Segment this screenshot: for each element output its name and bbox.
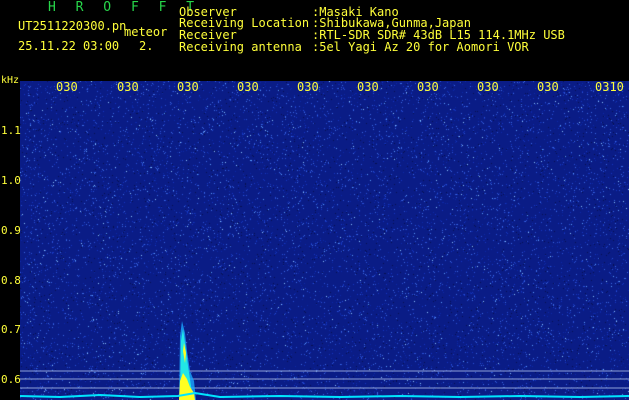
time-tick: 0310 <box>595 80 624 94</box>
meteor-label: meteor <box>124 25 168 39</box>
freq-tick: 0.7 <box>1 323 21 336</box>
time-tick: 030 <box>117 80 139 94</box>
time-tick: 030 <box>477 80 499 94</box>
noise-floor-trace <box>20 391 629 399</box>
time-tick: 030 <box>297 80 319 94</box>
file-name: UT2511220300.pn <box>18 19 127 33</box>
waterfall-overlay <box>20 321 629 400</box>
meteor-count: 2. <box>139 39 154 53</box>
freq-tick: 1.1 <box>1 124 21 137</box>
freq-tick: 0.9 <box>1 224 21 237</box>
app-title: H R O F F T <box>48 0 201 15</box>
time-axis: 030 030 030 030 030 030 030 030 030 0310 <box>0 80 629 94</box>
time-tick: 030 <box>537 80 559 94</box>
waterfall-display <box>20 81 629 400</box>
antenna-label: Receiving antenna <box>179 40 302 54</box>
freq-tick: 1.0 <box>1 174 21 187</box>
freq-tick: 0.6 <box>1 373 21 386</box>
time-tick: 030 <box>237 80 259 94</box>
time-tick: 030 <box>357 80 379 94</box>
date-time: 25.11.22 03:00 <box>18 39 120 53</box>
frequency-axis: 1.1 1.0 0.9 0.8 0.7 0.6 <box>0 80 22 400</box>
freq-tick: 0.8 <box>1 274 21 287</box>
time-tick: 030 <box>56 80 78 94</box>
antenna-value: :5el Yagi Az 20 for Aomori VOR <box>312 40 529 54</box>
time-tick: 030 <box>177 80 199 94</box>
time-tick: 030 <box>417 80 439 94</box>
meteor-echo <box>179 321 196 400</box>
